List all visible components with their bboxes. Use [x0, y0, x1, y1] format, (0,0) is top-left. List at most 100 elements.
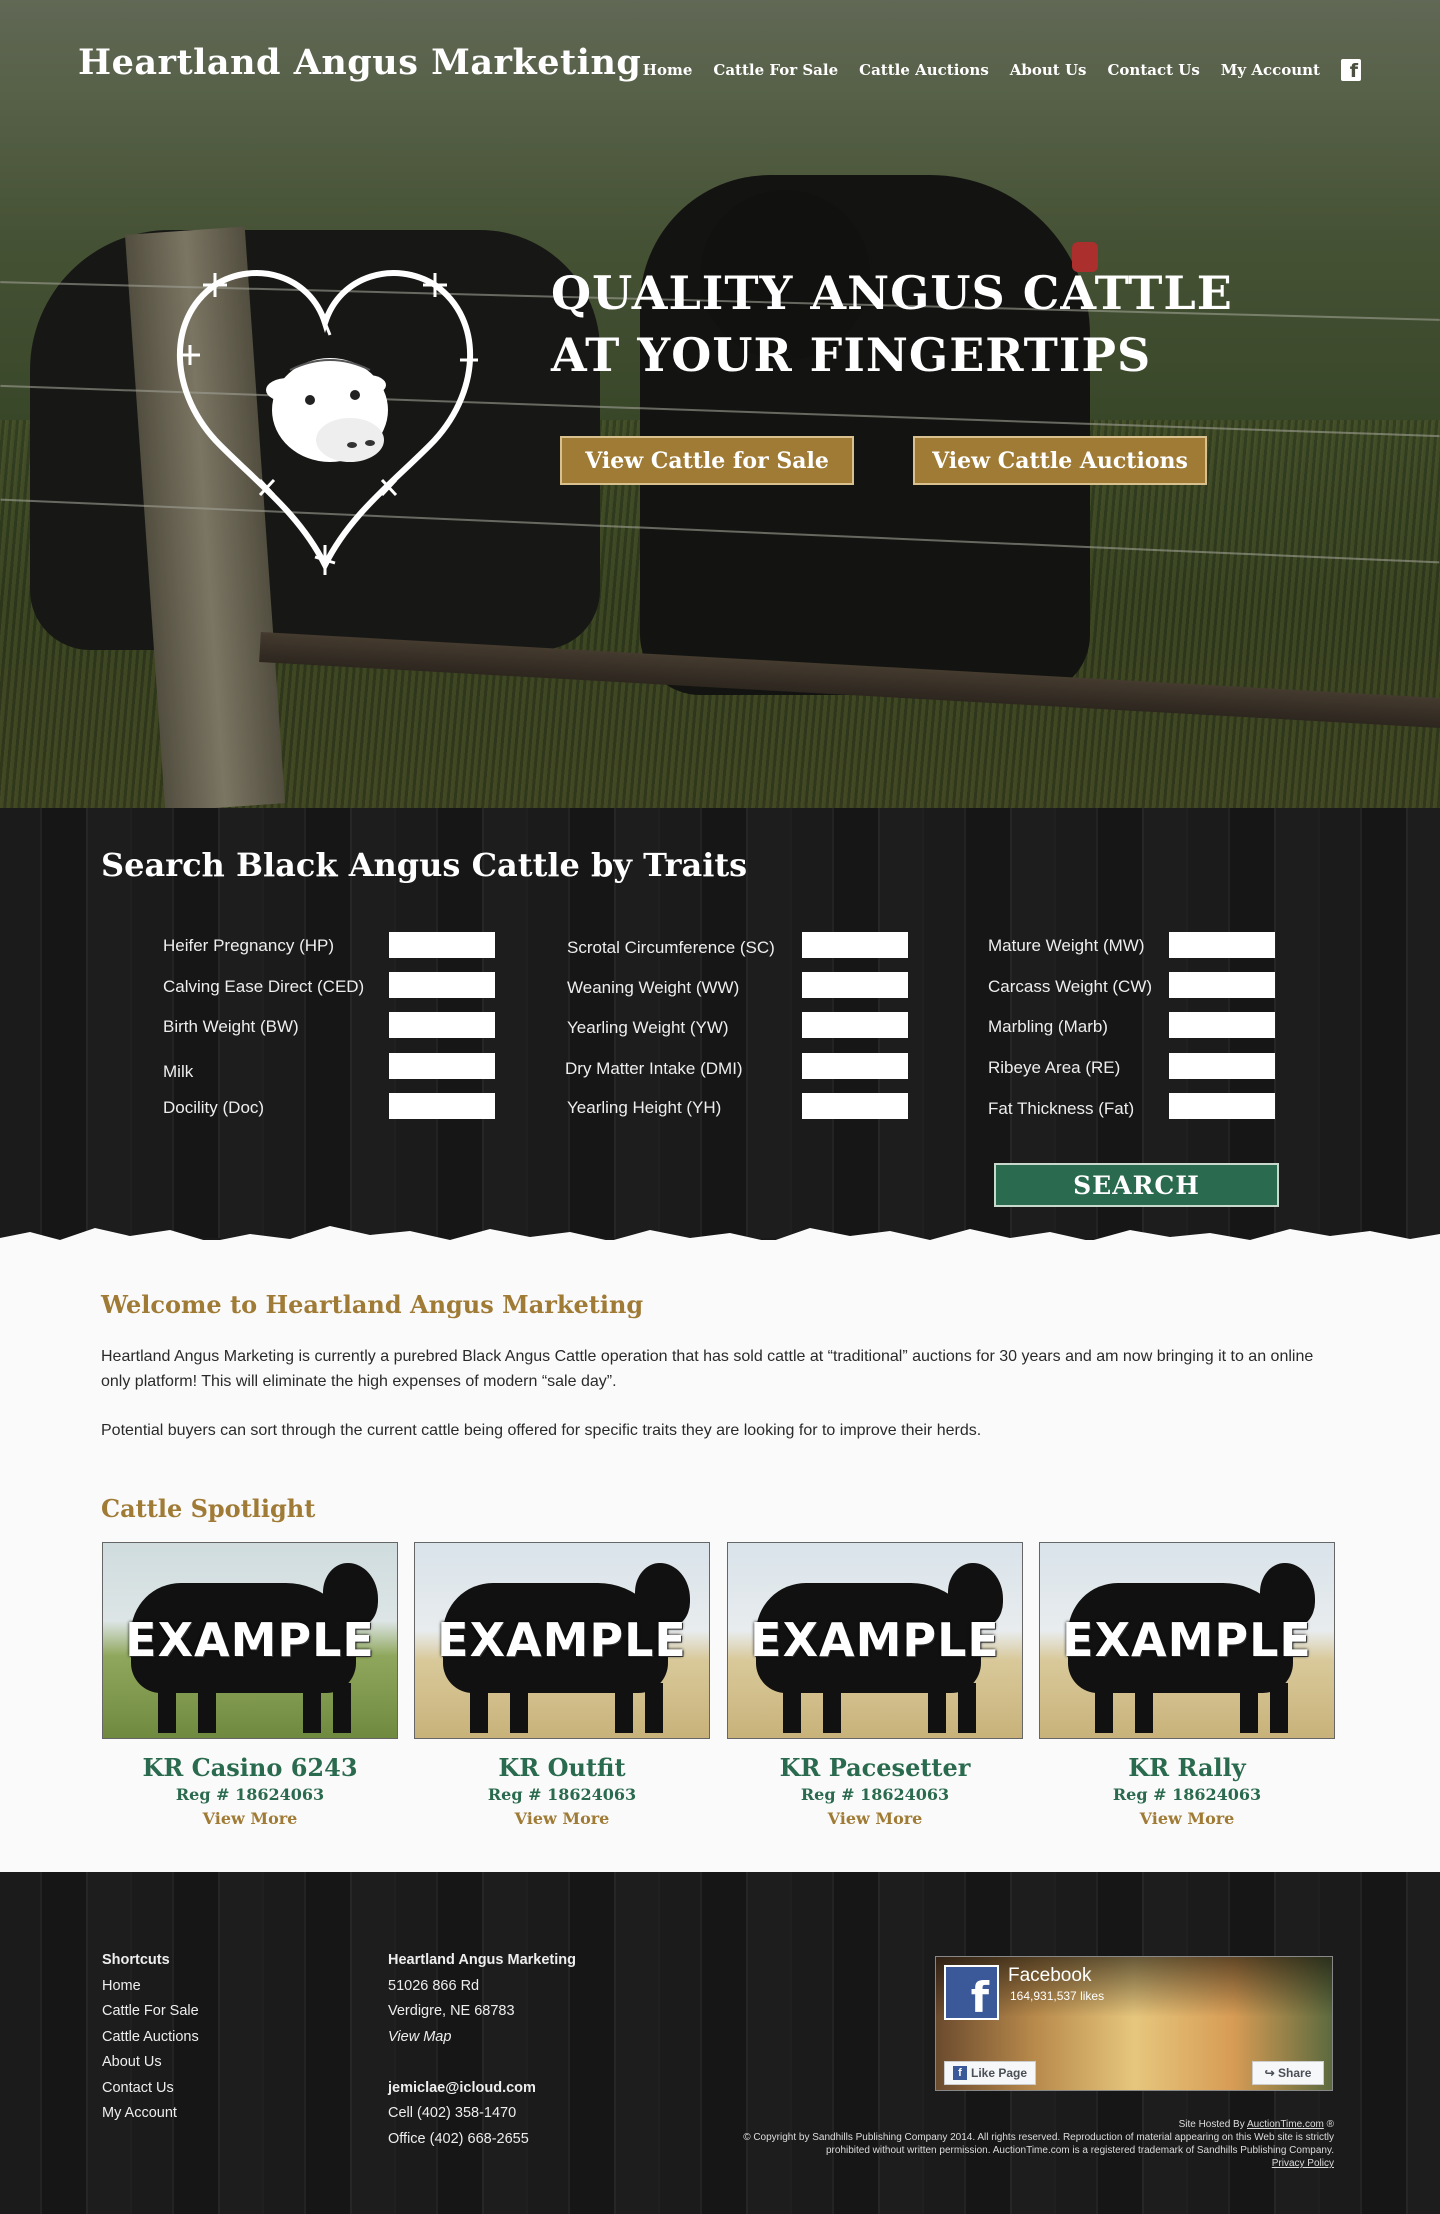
trait-label-mw: Mature Weight (MW): [988, 936, 1145, 955]
trait-input-fat[interactable]: [1169, 1093, 1275, 1119]
view-cattle-for-sale-button[interactable]: View Cattle for Sale: [560, 436, 854, 485]
cow-head-illustration: [266, 358, 388, 462]
trait-input-bw[interactable]: [389, 1012, 495, 1038]
welcome-paragraph: Heartland Angus Marketing is currently a…: [101, 1348, 1314, 1390]
main-nav: Home Cattle For Sale Cattle Auctions Abo…: [643, 59, 1361, 81]
trait-label-bw: Birth Weight (BW): [163, 1017, 299, 1036]
example-watermark: EXAMPLE: [1062, 1613, 1312, 1667]
trait-input-yh[interactable]: [802, 1093, 908, 1119]
trait-label-fat: Fat Thickness (Fat): [988, 1099, 1135, 1118]
facebook-icon[interactable]: f: [1341, 59, 1361, 81]
view-more-link[interactable]: View More: [727, 1809, 1023, 1828]
fb-widget-likes: 164,931,537 likes: [1010, 1989, 1105, 2003]
address-line-2: Verdigre, NE 68783: [388, 2003, 515, 2019]
trait-input-hp[interactable]: [389, 932, 495, 958]
bull-reg: Reg # 18624063: [487, 1785, 637, 1804]
trait-input-dmi[interactable]: [802, 1053, 908, 1079]
bull-reg: Reg # 18624063: [1112, 1785, 1262, 1804]
facebook-page-widget[interactable]: f Facebook 164,931,537 likes f Like Page…: [935, 1956, 1333, 2091]
nav-about-us[interactable]: About Us: [1010, 61, 1087, 79]
footer-contact: Heartland Angus Marketing 51026 866 Rd V…: [388, 1948, 576, 2152]
bull-reg: Reg # 18624063: [175, 1785, 325, 1804]
company-name: Heartland Angus Marketing: [388, 1952, 576, 1968]
bull-photo[interactable]: EXAMPLE: [727, 1542, 1023, 1739]
nav-home[interactable]: Home: [643, 61, 693, 79]
spotlight-card[interactable]: EXAMPLE KR Rally Reg # 18624063 View Mor…: [1039, 1542, 1335, 1828]
bull-photo[interactable]: EXAMPLE: [1039, 1542, 1335, 1739]
cell-phone: Cell (402) 358-1470: [388, 2105, 517, 2121]
search-title: Search Black Angus Cattle by Traits: [101, 846, 748, 884]
spotlight-card[interactable]: EXAMPLE KR Pacesetter Reg # 18624063 Vie…: [727, 1542, 1023, 1828]
trait-label-milk: Milk: [163, 1062, 194, 1081]
welcome-paragraph-2: Potential buyers can sort through the cu…: [101, 1422, 982, 1439]
office-phone: Office (402) 668-2655: [388, 2130, 529, 2147]
bull-name[interactable]: KR Rally: [1039, 1753, 1335, 1782]
footer-link-about-us[interactable]: About Us: [102, 2050, 199, 2076]
trait-label-sc: Scrotal Circumference (SC): [567, 938, 775, 957]
footer-link-my-account[interactable]: My Account: [102, 2101, 199, 2127]
footer-link-contact-us[interactable]: Contact Us: [102, 2076, 199, 2102]
footer-shortcuts: Shortcuts Home Cattle For Sale Cattle Au…: [102, 1948, 199, 2127]
email-link[interactable]: jemiclae@icloud.com: [388, 2076, 576, 2102]
trait-input-doc[interactable]: [389, 1093, 495, 1119]
fb-like-page-button[interactable]: f Like Page: [944, 2061, 1036, 2085]
view-map-link[interactable]: View Map: [388, 2025, 576, 2051]
trait-label-re: Ribeye Area (RE): [988, 1058, 1121, 1077]
trait-input-mw[interactable]: [1169, 932, 1275, 958]
search-button[interactable]: SEARCH: [994, 1163, 1279, 1207]
trait-input-re[interactable]: [1169, 1053, 1275, 1079]
trait-label-doc: Docility (Doc): [163, 1098, 265, 1117]
site-footer: Shortcuts Home Cattle For Sale Cattle Au…: [0, 1872, 1440, 2214]
view-more-link[interactable]: View More: [1039, 1809, 1335, 1828]
address-line-1: 51026 866 Rd: [388, 1977, 480, 1994]
site-title[interactable]: Heartland Angus Marketing: [78, 42, 641, 83]
trait-input-sc[interactable]: [802, 932, 908, 958]
barbed-heart-logo: [176, 270, 478, 575]
fb-share-button[interactable]: ↪ Share: [1252, 2061, 1324, 2085]
trait-input-marb[interactable]: [1169, 1012, 1275, 1038]
copyright-text: © Copyright by Sandhills Publishing Comp…: [743, 2132, 1334, 2156]
bull-reg: Reg # 18624063: [800, 1785, 950, 1804]
spotlight-card[interactable]: EXAMPLE KR Outfit Reg # 18624063 View Mo…: [414, 1542, 710, 1828]
view-cattle-auctions-button[interactable]: View Cattle Auctions: [913, 436, 1207, 485]
example-watermark: EXAMPLE: [750, 1613, 1000, 1667]
trait-label-cw: Carcass Weight (CW): [988, 977, 1153, 996]
trait-input-ww[interactable]: [802, 972, 908, 998]
footer-link-cattle-auctions[interactable]: Cattle Auctions: [102, 2025, 199, 2051]
bull-name[interactable]: KR Outfit: [414, 1753, 710, 1782]
hero-banner: Heartland Angus Marketing Home Cattle Fo…: [0, 0, 1440, 808]
trait-label-marb: Marbling (Marb): [988, 1017, 1108, 1036]
trait-label-dmi: Dry Matter Intake (DMI): [565, 1059, 743, 1078]
trait-search-panel: Search Black Angus Cattle by Traits Heif…: [0, 808, 1440, 1238]
trait-input-yw[interactable]: [802, 1012, 908, 1038]
welcome-title: Welcome to Heartland Angus Marketing: [101, 1290, 644, 1319]
share-arrow-icon: ↪: [1264, 2066, 1279, 2080]
bull-photo[interactable]: EXAMPLE: [414, 1542, 710, 1739]
example-watermark: EXAMPLE: [437, 1613, 687, 1667]
main-content: Welcome to Heartland Angus Marketing Hea…: [0, 1240, 1440, 1872]
trait-label-ww: Weaning Weight (WW): [567, 978, 740, 997]
nav-cattle-auctions[interactable]: Cattle Auctions: [859, 61, 989, 79]
privacy-policy-link[interactable]: Privacy Policy: [1272, 2158, 1334, 2169]
view-more-link[interactable]: View More: [102, 1809, 398, 1828]
bull-name[interactable]: KR Pacesetter: [727, 1753, 1023, 1782]
trait-input-milk[interactable]: [389, 1053, 495, 1079]
spotlight-card[interactable]: EXAMPLE KR Casino 6243 Reg # 18624063 Vi…: [102, 1542, 398, 1828]
facebook-logo-icon: f: [944, 1965, 999, 2022]
footer-link-home[interactable]: Home: [102, 1974, 199, 2000]
nav-cattle-for-sale[interactable]: Cattle For Sale: [713, 61, 838, 79]
auctiontime-link[interactable]: AuctionTime.com: [1247, 2119, 1324, 2130]
trait-label-ced: Calving Ease Direct (CED): [163, 977, 365, 996]
bull-name[interactable]: KR Casino 6243: [102, 1753, 398, 1782]
bull-photo[interactable]: EXAMPLE: [102, 1542, 398, 1739]
trait-label-yh: Yearling Height (YH): [567, 1098, 722, 1117]
trait-label-hp: Heifer Pregnancy (HP): [163, 936, 335, 955]
trait-input-ced[interactable]: [389, 972, 495, 998]
nav-contact-us[interactable]: Contact Us: [1107, 61, 1199, 79]
view-more-link[interactable]: View More: [414, 1809, 710, 1828]
nav-my-account[interactable]: My Account: [1221, 61, 1320, 79]
trait-label-yw: Yearling Weight (YW): [567, 1018, 729, 1037]
footer-link-cattle-for-sale[interactable]: Cattle For Sale: [102, 1999, 199, 2025]
fb-widget-title: Facebook: [1008, 1965, 1092, 1986]
trait-input-cw[interactable]: [1169, 972, 1275, 998]
